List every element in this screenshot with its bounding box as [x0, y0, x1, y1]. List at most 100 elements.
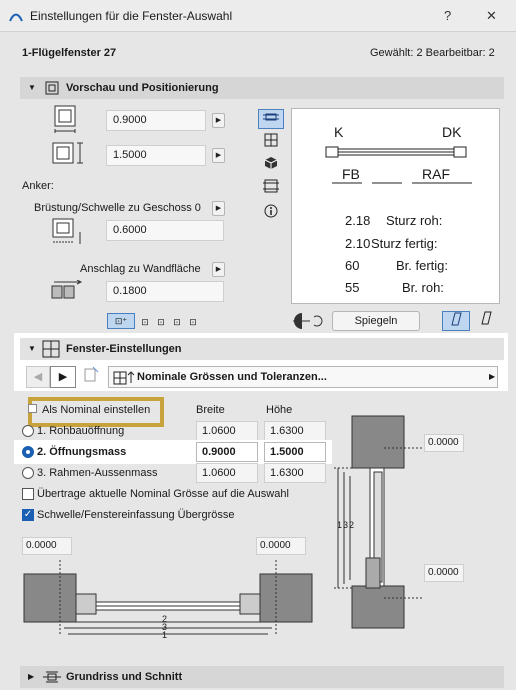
next-page-button[interactable]: ▶ — [50, 366, 76, 388]
section-dim-2-label: 2 — [349, 520, 355, 530]
frame-outer-width[interactable]: 1.0600 — [196, 463, 258, 483]
frame-outer-height[interactable]: 1.6300 — [264, 463, 326, 483]
raw-opening-width[interactable]: 1.0600 — [196, 421, 258, 441]
preview-row-value: 60 — [345, 258, 360, 273]
help-button[interactable]: ? — [444, 8, 451, 23]
plan-view-icon — [263, 113, 279, 121]
height-input[interactable]: 1.5000 — [106, 145, 206, 166]
page-selector-arrow-icon: ▶ — [489, 372, 496, 381]
prev-page-button[interactable]: ◀ — [26, 366, 50, 388]
sill-input[interactable]: 0.6000 — [106, 220, 224, 241]
element-name: 1-Flügelfenster 27 — [22, 47, 117, 59]
section-dim-1-label: 1 — [337, 520, 343, 530]
tolerance-bottom-input[interactable]: 0.0000 — [424, 564, 464, 582]
plan-view-button[interactable] — [258, 109, 284, 129]
favorite-page-button[interactable] — [80, 366, 102, 388]
mirror-button[interactable]: Spiegeln — [332, 311, 420, 331]
transfer-label: Übertrage aktuelle Nominal Grösse auf di… — [37, 488, 289, 500]
preview-fb-label: FB — [342, 166, 360, 182]
reveal-arrow-button[interactable]: ▶ — [212, 262, 225, 277]
selection-info: Gewählt: 2 Bearbeitbar: 2 — [370, 47, 495, 59]
width-input[interactable]: 0.9000 — [106, 110, 206, 131]
page-selector-icon — [113, 371, 135, 385]
collapse-triangle-icon: ▼ — [28, 344, 36, 353]
height-arrow-button[interactable]: ▶ — [212, 148, 225, 163]
anchor-option-1-button[interactable]: ⊡⁺ — [107, 313, 135, 329]
opening-size-height[interactable]: 1.5000 — [264, 442, 326, 462]
3d-view-button[interactable] — [258, 156, 284, 174]
opening-side-1-button[interactable] — [442, 311, 470, 331]
anchor-option-5-button[interactable]: ⊡ — [185, 313, 201, 329]
close-button[interactable]: ✕ — [486, 8, 497, 24]
preview-row-label: Sturz fertig: — [371, 236, 438, 251]
raw-opening-label: 1. Rohbauöffnung — [37, 425, 125, 437]
preview-row-label: Sturz roh: — [386, 213, 443, 228]
tolerance-top-input[interactable]: 0.0000 — [424, 434, 464, 452]
elevation-view-icon — [264, 133, 278, 147]
oversize-label: Schwelle/Fenstereinfassung Übergrösse — [37, 509, 235, 521]
height-column-header: Höhe — [266, 404, 293, 416]
window-width-icon — [54, 105, 76, 133]
anchor-option-4-button[interactable]: ⊡ — [169, 313, 185, 329]
section-dim-3-label: 3 — [343, 520, 349, 530]
nominal-checkbox[interactable] — [28, 404, 37, 413]
window-plan-drawing — [325, 146, 467, 158]
preview-raf-label: RAF — [422, 166, 450, 182]
tolerance-right-input[interactable]: 0.0000 — [256, 537, 306, 555]
raw-opening-radio[interactable] — [22, 425, 34, 437]
preview-dk-label: DK — [442, 124, 462, 140]
plan-diagram — [23, 560, 313, 636]
frame-outer-label: 3. Rahmen-Aussenmass — [37, 467, 158, 479]
anchor-label: Anker: — [22, 180, 54, 192]
sill-arrow-button[interactable]: ▶ — [212, 201, 225, 216]
window-settings-header[interactable]: ▼ Fenster-Einstellungen — [20, 338, 504, 360]
tolerance-left-input[interactable]: 0.0000 — [22, 537, 72, 555]
expand-triangle-icon: ▶ — [28, 672, 35, 681]
section-view-button[interactable] — [258, 179, 284, 197]
window-title: Einstellungen für die Fenster-Auswahl — [30, 9, 233, 23]
preview-row-label: Br. roh: — [402, 280, 444, 295]
preview-section-title: Vorschau und Positionierung — [66, 82, 219, 94]
elevation-view-button[interactable] — [258, 133, 284, 151]
opening-size-width[interactable]: 0.9000 — [196, 442, 258, 462]
floor-plan-section-header[interactable]: ▶ Grundriss und Schnitt — [20, 666, 504, 688]
nominal-label: Als Nominal einstellen — [42, 404, 151, 416]
opening-size-label: 2. Öffnungsmass — [37, 446, 127, 458]
preview-k-label: K — [334, 124, 344, 140]
opening-size-radio[interactable] — [22, 446, 34, 458]
reveal-input[interactable]: 0.1800 — [106, 281, 224, 302]
collapse-triangle-icon: ▼ — [28, 83, 36, 92]
anchor-option-2-button[interactable]: ⊡ — [137, 313, 153, 329]
preview-row-value: 55 — [345, 280, 360, 295]
preview-baseline — [332, 182, 472, 184]
app-logo-icon — [9, 13, 23, 22]
plan-dim-1-label: 1 — [162, 630, 168, 640]
preview-icon — [45, 81, 59, 95]
floor-plan-icon — [43, 671, 61, 683]
page-selector-label: Nominale Grössen und Toleranzen... — [137, 371, 327, 383]
preview-row-value: 2.18 — [345, 213, 371, 228]
window-settings-icon — [42, 340, 60, 358]
width-arrow-button[interactable]: ▶ — [212, 113, 225, 128]
door-side-icon — [451, 312, 462, 326]
preview-row-label: Br. fertig: — [396, 258, 449, 273]
page-selector[interactable]: Nominale Grössen und Toleranzen... ▶ — [108, 366, 498, 388]
transfer-checkbox[interactable] — [22, 488, 34, 500]
opening-side-2-button[interactable] — [472, 311, 500, 331]
section-icon — [263, 179, 279, 193]
raw-opening-height[interactable]: 1.6300 — [264, 421, 326, 441]
reveal-label: Anschlag zu Wandfläche — [80, 263, 201, 275]
floor-plan-title: Grundriss und Schnitt — [66, 671, 183, 683]
frame-outer-radio[interactable] — [22, 467, 34, 479]
preview-row-value: 2.10 — [345, 236, 371, 251]
info-button[interactable] — [258, 204, 284, 222]
title-bar: Einstellungen für die Fenster-Auswahl ? … — [0, 0, 516, 32]
anchor-option-3-button[interactable]: ⊡ — [153, 313, 169, 329]
preview-section-header[interactable]: ▼ Vorschau und Positionierung — [20, 77, 504, 99]
window-settings-title: Fenster-Einstellungen — [66, 343, 182, 355]
sill-icon — [52, 218, 81, 244]
mirror-icon — [293, 313, 323, 329]
door-side-icon — [481, 311, 492, 325]
section-diagram — [334, 415, 422, 629]
oversize-checkbox[interactable]: ✓ — [22, 509, 34, 521]
